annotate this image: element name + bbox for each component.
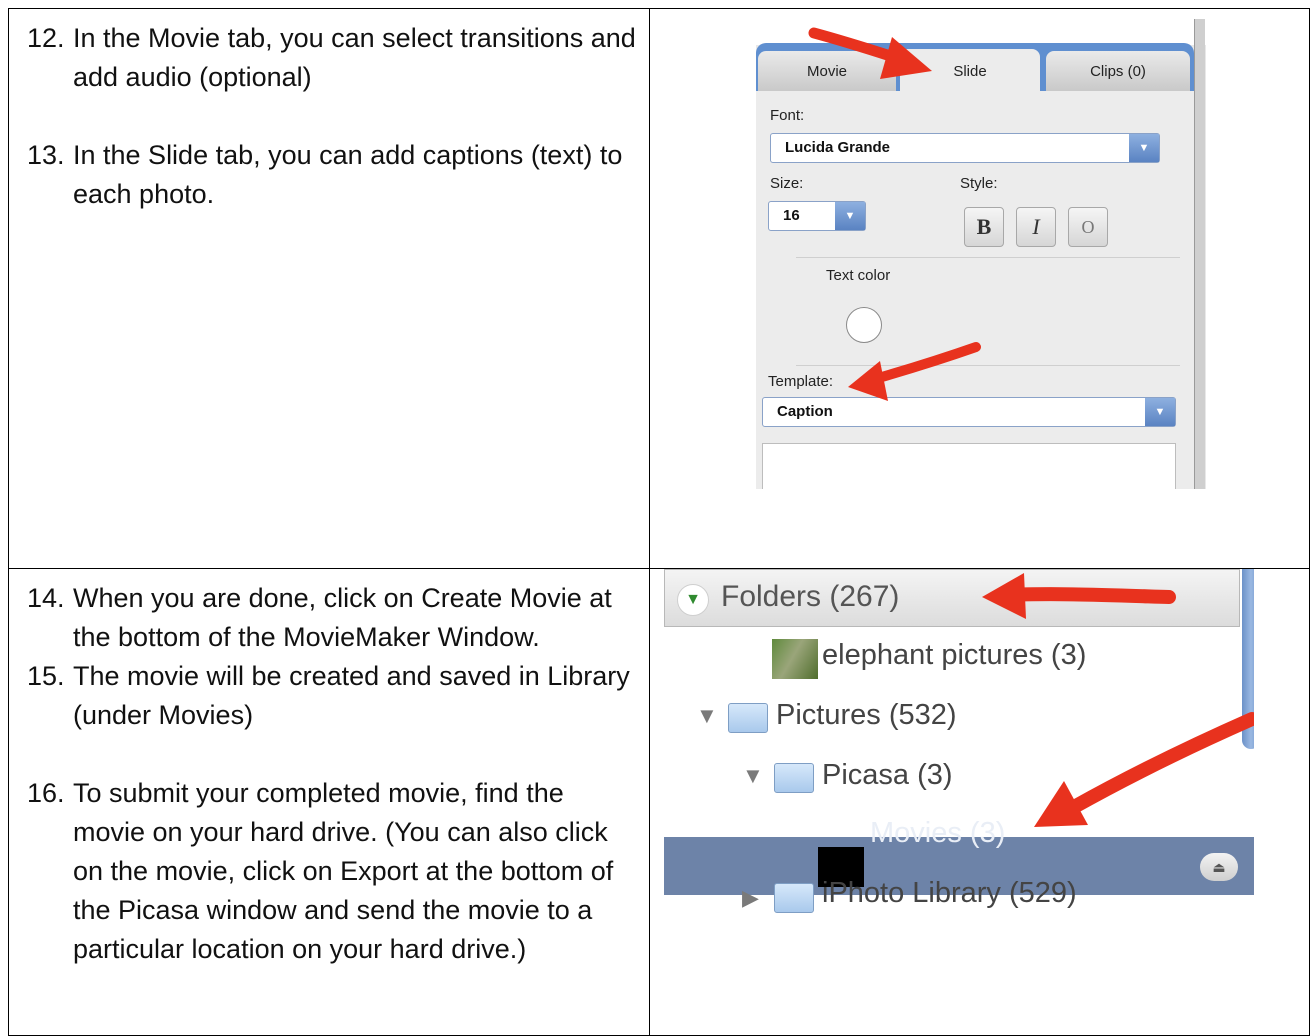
steps-cell-bottom: 14. When you are done, click on Create Mo… — [8, 568, 650, 1036]
size-select[interactable]: 16 ▼ — [768, 201, 866, 231]
disclosure-down-icon[interactable]: ▼ — [742, 763, 764, 789]
template-value: Caption — [777, 403, 833, 420]
folder-item-elephant[interactable]: elephant pictures (3) — [822, 639, 1086, 672]
chevron-down-icon: ▼ — [1129, 134, 1159, 162]
folder-item-movies[interactable]: Movies (3) — [870, 817, 1005, 850]
step-13: 13. In the Slide tab, you can add caption… — [27, 136, 637, 214]
template-select[interactable]: Caption ▼ — [762, 397, 1176, 427]
step-12: 12. In the Movie tab, you can select tran… — [27, 19, 637, 97]
step-16: 16. To submit your completed movie, find … — [27, 774, 637, 969]
bold-button[interactable]: B — [964, 207, 1004, 247]
font-value: Lucida Grande — [785, 139, 891, 156]
tab-slide[interactable]: Slide — [900, 49, 1040, 93]
step-number: 13. — [27, 140, 65, 170]
scrollbar-thumb[interactable] — [1242, 569, 1254, 750]
instruction-table: 12. In the Movie tab, you can select tran… — [8, 7, 1310, 1036]
steps-list-bottom: 14. When you are done, click on Create Mo… — [9, 569, 649, 969]
elephant-thumbnail — [772, 639, 818, 680]
text-color-swatch[interactable] — [846, 307, 882, 343]
tab-clips[interactable]: Clips (0) — [1046, 51, 1190, 91]
size-label: Size: — [770, 175, 804, 192]
folder-icon — [774, 883, 814, 914]
font-label: Font: — [770, 107, 805, 124]
folders-header-label: Folders (267) — [721, 580, 900, 614]
step-number: 12. — [27, 23, 65, 53]
step-14: 14. When you are done, click on Create Mo… — [27, 579, 637, 657]
step-number: 16. — [27, 778, 65, 809]
step-15: 15. The movie will be created and saved i… — [27, 657, 637, 735]
step-number: 14. — [27, 583, 65, 614]
screenshot-cell-top: Movie Slide Clips (0) Font: Lucida Grand… — [649, 7, 1310, 570]
red-arrow-icon — [1034, 712, 1254, 828]
italic-button[interactable]: I — [1016, 207, 1056, 247]
eject-icon[interactable]: ⏏ — [1200, 853, 1238, 882]
folder-item-pictures[interactable]: Pictures (532) — [776, 699, 957, 732]
divider — [796, 257, 1180, 258]
outline-button[interactable]: O — [1068, 207, 1108, 247]
folders-header[interactable]: ▼ Folders (267) — [664, 569, 1240, 628]
text-color-label: Text color — [826, 267, 891, 284]
disclosure-right-icon[interactable]: ▶ — [742, 885, 759, 911]
folder-list-screenshot: ▼ Folders (267) elephant pictures (3) ▼ … — [664, 569, 1254, 920]
font-select[interactable]: Lucida Grande ▼ — [770, 133, 1160, 163]
chevron-down-icon: ▼ — [1145, 398, 1175, 426]
step-text: To submit your completed movie, find the… — [73, 778, 614, 965]
tab-movie[interactable]: Movie — [758, 51, 896, 91]
folder-icon — [728, 703, 768, 734]
folder-item-iphoto[interactable]: iPhoto Library (529) — [822, 877, 1077, 910]
step-text: In the Movie tab, you can select transit… — [73, 23, 636, 92]
caption-text-area[interactable] — [762, 443, 1176, 489]
divider — [796, 365, 1180, 366]
disclosure-down-icon[interactable]: ▼ — [696, 703, 718, 729]
steps-list-top: 12. In the Movie tab, you can select tran… — [9, 9, 649, 214]
steps-cell-top: 12. In the Movie tab, you can select tran… — [8, 7, 650, 570]
template-label: Template: — [768, 373, 834, 390]
step-text: The movie will be created and saved in L… — [73, 661, 630, 731]
chevron-down-icon: ▼ — [835, 202, 865, 230]
step-text: In the Slide tab, you can add captions (… — [73, 140, 623, 209]
disclosure-down-icon[interactable]: ▼ — [677, 584, 709, 617]
style-label: Style: — [960, 175, 998, 192]
slide-panel-screenshot: Movie Slide Clips (0) Font: Lucida Grand… — [756, 9, 1206, 489]
step-number: 15. — [27, 661, 65, 692]
folder-item-picasa[interactable]: Picasa (3) — [822, 759, 953, 792]
step-text: When you are done, click on Create Movie… — [73, 583, 612, 653]
size-value: 16 — [783, 207, 800, 224]
folder-icon — [774, 763, 814, 794]
screenshot-cell-bottom: ▼ Folders (267) elephant pictures (3) ▼ … — [649, 568, 1310, 1036]
